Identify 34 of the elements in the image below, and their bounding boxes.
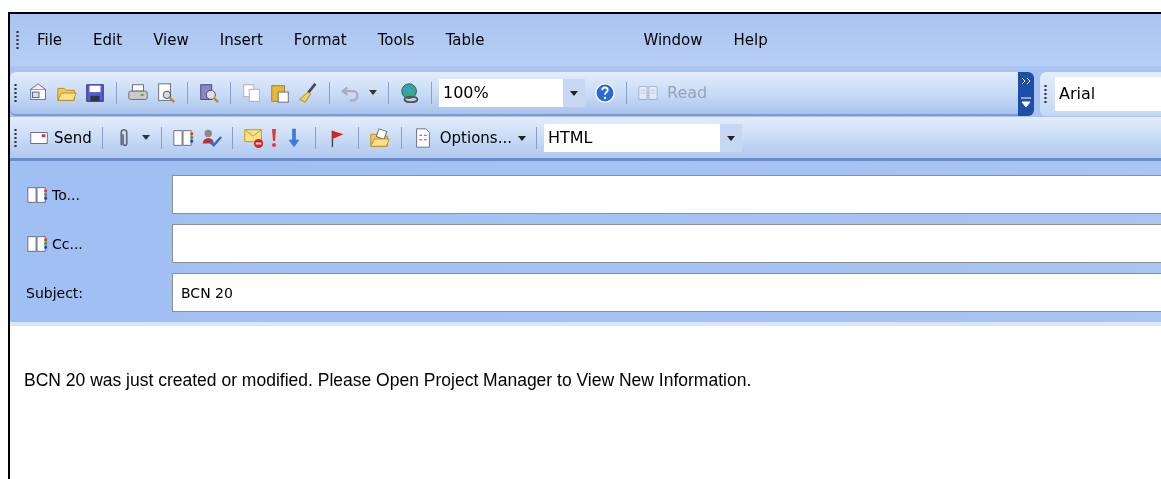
message-body: BCN 20 was just created or modified. Please Open Project Manager to View New Information. [24, 370, 753, 391]
menu-item[interactable]: Tools [367, 27, 425, 53]
address-button[interactable]: To... [10, 182, 172, 207]
preview-icon [155, 81, 177, 104]
save-icon [84, 81, 106, 104]
recipient-field[interactable] [172, 175, 1161, 214]
recipient-field[interactable] [172, 224, 1161, 263]
zoom-dropdown[interactable]: 100% [439, 78, 585, 107]
menu-item[interactable]: File [27, 27, 73, 53]
research-icon [198, 81, 220, 104]
envelope-block-icon [242, 126, 265, 149]
open-folder-icon [368, 126, 391, 149]
field-label: Subject: [25, 284, 85, 301]
menu-item[interactable]: Table [435, 27, 495, 53]
format-dropdown[interactable]: HTML [543, 123, 742, 152]
help-icon [594, 81, 616, 104]
exclamation-icon [270, 127, 277, 148]
menu-item[interactable]: View [143, 27, 199, 53]
options-button[interactable]: Options... [408, 124, 529, 151]
copy-icon [241, 81, 263, 104]
menu-item[interactable]: Edit [83, 27, 133, 53]
menu-item[interactable]: Help [723, 27, 778, 53]
toolbar-options-icon[interactable] [1018, 71, 1034, 116]
caret-icon [368, 89, 378, 96]
address-button[interactable]: Cc... [10, 231, 172, 256]
send-button[interactable]: Send [25, 124, 95, 151]
font-field[interactable]: Arial [1055, 76, 1161, 111]
brush-icon [297, 81, 319, 104]
subject-field[interactable]: BCN 20 [172, 273, 1161, 312]
menu-item[interactable]: Insert [209, 27, 273, 53]
globe-link-icon [399, 81, 421, 104]
menu-item[interactable]: Window [633, 27, 713, 53]
menu-item[interactable]: Format [283, 27, 357, 53]
caret-icon [140, 134, 151, 141]
